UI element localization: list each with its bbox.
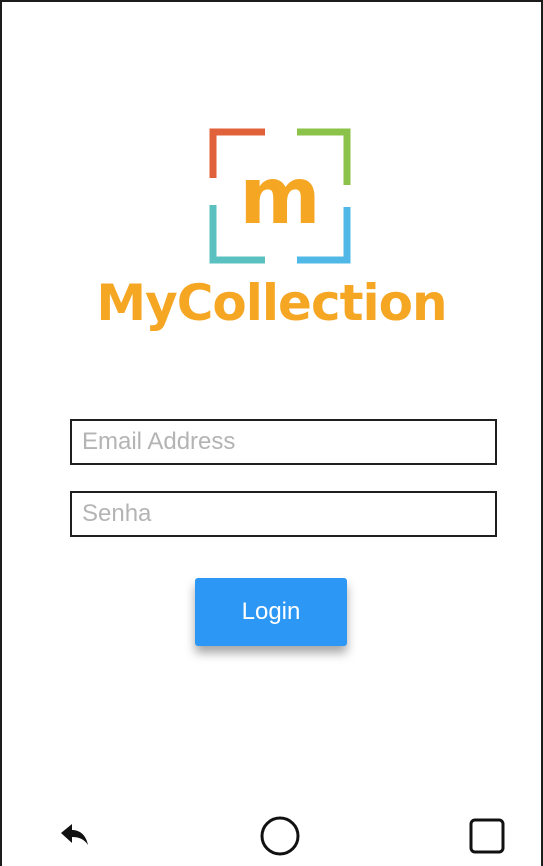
- email-field[interactable]: [70, 419, 497, 465]
- home-circle-icon: [260, 816, 300, 856]
- app-logo: m: [205, 123, 355, 269]
- logo-frame-icon: m: [209, 128, 351, 264]
- back-button[interactable]: [50, 814, 100, 858]
- home-button[interactable]: [255, 814, 305, 858]
- recents-square-icon: [469, 818, 505, 854]
- brand-title: MyCollection: [96, 274, 447, 332]
- logo-letter: m: [239, 152, 320, 242]
- recents-button[interactable]: [462, 814, 512, 858]
- back-arrow-icon: [61, 824, 88, 845]
- system-nav-bar: [2, 806, 541, 866]
- login-button[interactable]: Login: [195, 578, 347, 646]
- login-screen: m MyCollection Login: [0, 0, 543, 866]
- password-field[interactable]: [70, 491, 497, 537]
